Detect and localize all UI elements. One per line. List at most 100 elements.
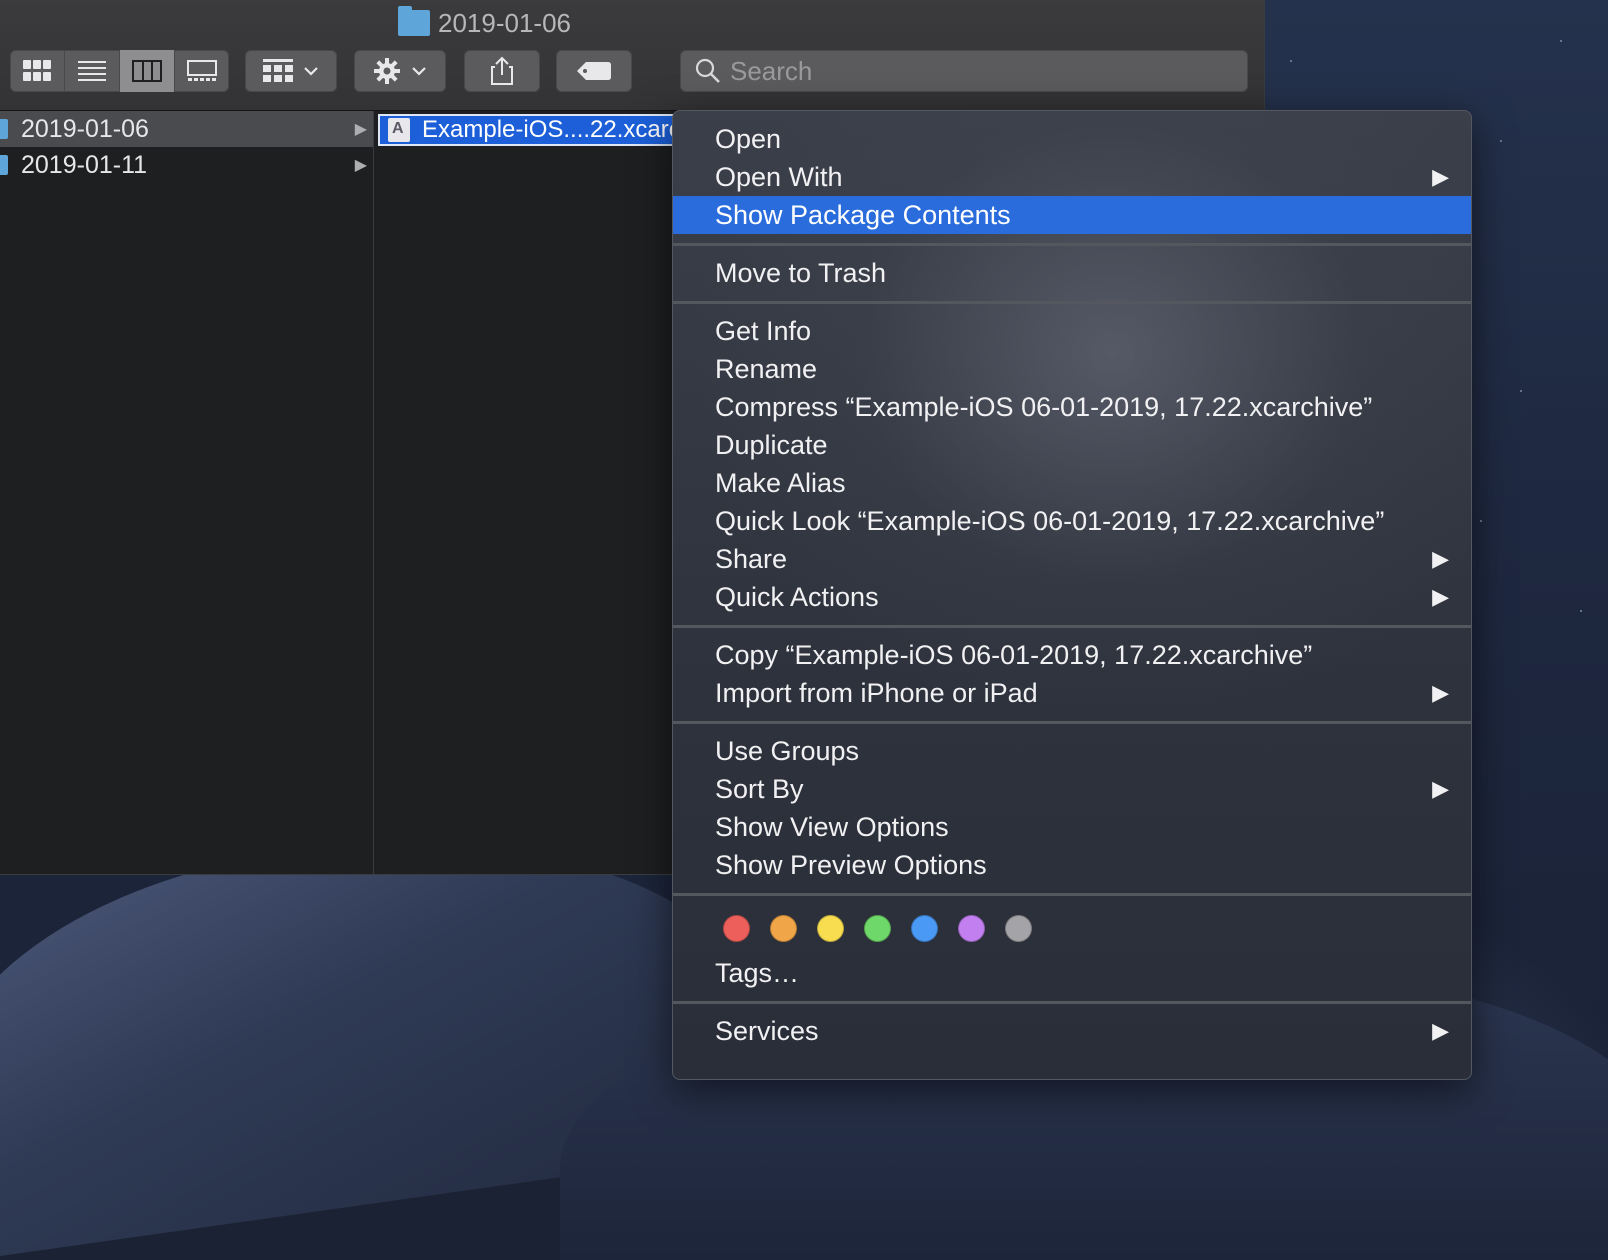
column-item-label: 2019-01-11 xyxy=(21,150,148,179)
star xyxy=(1290,60,1292,62)
disclosure-arrow-icon: ▶ xyxy=(354,121,367,138)
submenu-arrow-icon: ▶ xyxy=(1432,584,1449,609)
context-menu: Open Open With ▶ Show Package Contents Mo… xyxy=(672,110,1472,1080)
disclosure-arrow-icon: ▶ xyxy=(354,157,367,174)
submenu-arrow-icon: ▶ xyxy=(1432,776,1449,801)
tags-button[interactable] xyxy=(556,50,632,92)
column-item-2019-01-06[interactable]: 2019-01-06 ▶ xyxy=(0,111,373,147)
share-button[interactable] xyxy=(464,50,540,92)
tag-red-button[interactable] xyxy=(723,914,750,942)
menu-separator xyxy=(673,243,1471,246)
menu-item-tags[interactable]: Tags… xyxy=(673,954,1471,992)
column-item-2019-01-11[interactable]: 2019-01-11 ▶ xyxy=(0,147,373,183)
tag-purple-button[interactable] xyxy=(958,914,985,942)
gallery-view-icon xyxy=(187,60,217,81)
gear-icon xyxy=(374,58,400,84)
submenu-arrow-icon: ▶ xyxy=(1432,1018,1449,1043)
menu-item-label: Open With xyxy=(715,162,843,192)
chevron-down-icon xyxy=(412,67,426,76)
menu-separator xyxy=(673,1001,1471,1004)
tag-blue-button[interactable] xyxy=(911,914,938,942)
menu-item-label: Tags… xyxy=(715,958,800,988)
menu-item-label: Get Info xyxy=(715,316,812,346)
menu-item-open-with[interactable]: Open With ▶ xyxy=(673,158,1471,196)
list-view-icon xyxy=(78,61,106,81)
star xyxy=(1520,390,1522,392)
menu-item-label: Import from iPhone or iPad xyxy=(715,678,1038,708)
group-by-button[interactable] xyxy=(245,50,337,92)
tag-icon xyxy=(577,62,611,80)
menu-item-label: Quick Actions xyxy=(715,582,879,612)
menu-item-label: Sort By xyxy=(715,774,804,804)
submenu-arrow-icon: ▶ xyxy=(1432,546,1449,571)
icon-view-icon xyxy=(23,60,51,81)
menu-item-make-alias[interactable]: Make Alias xyxy=(673,464,1471,502)
search-icon xyxy=(688,58,728,84)
menu-item-quick-look[interactable]: Quick Look “Example-iOS 06-01-2019, 17.2… xyxy=(673,502,1471,540)
gallery-view-button[interactable] xyxy=(175,50,229,92)
menu-item-show-preview-options[interactable]: Show Preview Options xyxy=(673,846,1471,884)
menu-item-show-view-options[interactable]: Show View Options xyxy=(673,808,1471,846)
search-input[interactable] xyxy=(728,54,1212,88)
icon-view-button[interactable] xyxy=(10,50,65,92)
menu-item-label: Move to Trash xyxy=(715,258,887,288)
menu-item-rename[interactable]: Rename xyxy=(673,350,1471,388)
menu-item-share[interactable]: Share ▶ xyxy=(673,540,1471,578)
group-icon xyxy=(263,59,293,82)
menu-item-label: Show Package Contents xyxy=(715,200,1011,230)
search-field[interactable] xyxy=(680,50,1248,92)
view-mode-segmented-control xyxy=(10,50,229,92)
tag-gray-button[interactable] xyxy=(1005,914,1032,942)
menu-item-services[interactable]: Services ▶ xyxy=(673,1012,1471,1050)
menu-item-copy[interactable]: Copy “Example-iOS 06-01-2019, 17.22.xcar… xyxy=(673,636,1471,674)
menu-item-label: Quick Look “Example-iOS 06-01-2019, 17.2… xyxy=(715,506,1385,536)
file-item-xcarchive[interactable]: Example-iOS....22.xcarchive xyxy=(378,114,678,146)
tag-green-button[interactable] xyxy=(864,914,891,942)
star xyxy=(1580,610,1582,612)
menu-item-import-from-iphone[interactable]: Import from iPhone or iPad ▶ xyxy=(673,674,1471,712)
menu-item-label: Make Alias xyxy=(715,468,846,498)
share-icon xyxy=(491,56,513,85)
menu-item-label: Duplicate xyxy=(715,430,828,460)
menu-item-compress[interactable]: Compress “Example-iOS 06-01-2019, 17.22.… xyxy=(673,388,1471,426)
tag-color-row xyxy=(673,904,1471,952)
menu-item-label: Use Groups xyxy=(715,736,860,766)
menu-item-label: Show Preview Options xyxy=(715,850,987,880)
menu-item-use-groups[interactable]: Use Groups xyxy=(673,732,1471,770)
star xyxy=(1480,520,1482,522)
xcarchive-file-icon xyxy=(388,118,410,142)
menu-item-open[interactable]: Open xyxy=(673,120,1471,158)
menu-item-label: Compress “Example-iOS 06-01-2019, 17.22.… xyxy=(715,392,1373,422)
toolbar: 2019-01-06 xyxy=(0,0,1264,111)
menu-item-get-info[interactable]: Get Info xyxy=(673,312,1471,350)
menu-item-label: Show View Options xyxy=(715,812,949,842)
menu-item-quick-actions[interactable]: Quick Actions ▶ xyxy=(673,578,1471,616)
menu-item-label: Copy “Example-iOS 06-01-2019, 17.22.xcar… xyxy=(715,640,1313,670)
menu-separator xyxy=(673,721,1471,724)
submenu-arrow-icon: ▶ xyxy=(1432,680,1449,705)
menu-separator xyxy=(673,625,1471,628)
menu-item-move-to-trash[interactable]: Move to Trash xyxy=(673,254,1471,292)
menu-item-label: Services xyxy=(715,1016,819,1046)
column-item-label: 2019-01-06 xyxy=(21,114,149,143)
star xyxy=(1560,40,1562,42)
list-view-button[interactable] xyxy=(65,50,120,92)
chevron-down-icon xyxy=(304,67,318,76)
tag-yellow-button[interactable] xyxy=(817,914,844,942)
window-title: 2019-01-06 xyxy=(398,6,571,40)
submenu-arrow-icon: ▶ xyxy=(1432,164,1449,189)
menu-separator xyxy=(673,893,1471,896)
column-view-button[interactable] xyxy=(120,50,175,92)
menu-item-duplicate[interactable]: Duplicate xyxy=(673,426,1471,464)
folder-icon xyxy=(398,6,430,36)
menu-item-label: Share xyxy=(715,544,788,574)
folder-icon xyxy=(0,119,8,139)
menu-item-show-package-contents[interactable]: Show Package Contents xyxy=(673,196,1471,234)
menu-item-label: Rename xyxy=(715,354,818,384)
action-button[interactable] xyxy=(354,50,446,92)
tag-orange-button[interactable] xyxy=(770,914,797,942)
star xyxy=(1500,140,1502,142)
menu-separator xyxy=(673,301,1471,304)
menu-item-sort-by[interactable]: Sort By ▶ xyxy=(673,770,1471,808)
file-item-label: Example-iOS....22.xcarchive xyxy=(422,116,678,143)
